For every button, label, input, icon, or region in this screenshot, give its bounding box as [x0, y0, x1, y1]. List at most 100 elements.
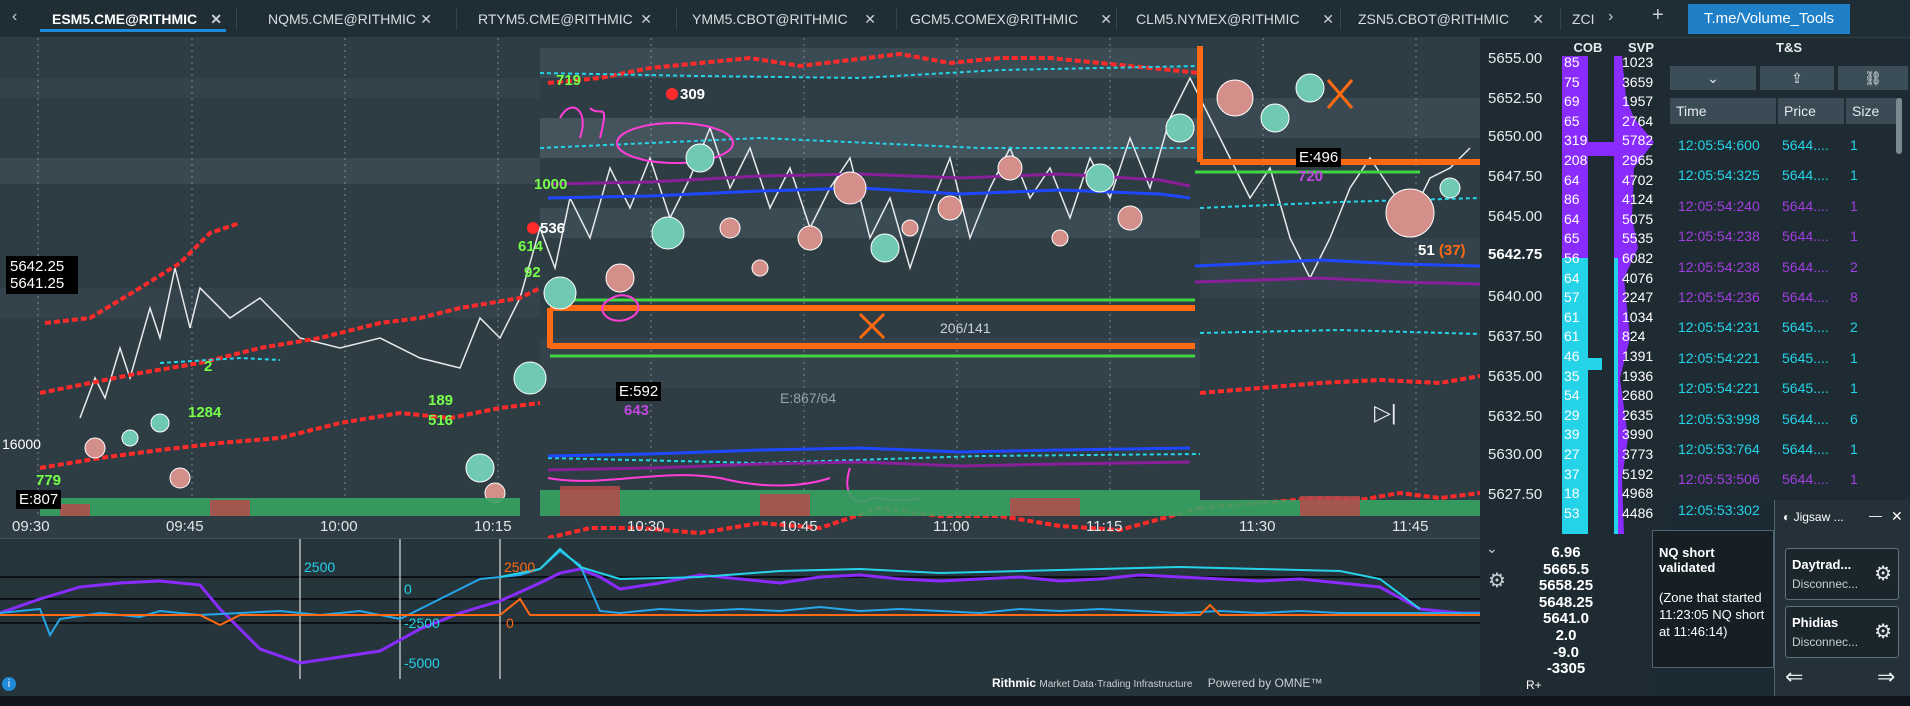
svp-value: 5075	[1622, 210, 1654, 227]
close-icon[interactable]: ✕	[1891, 508, 1903, 525]
price-tick: 5632.50	[1488, 408, 1543, 425]
minimize-icon[interactable]: —	[1869, 508, 1882, 523]
ts-size: 8	[1850, 289, 1858, 305]
close-icon[interactable]: ✕	[210, 6, 222, 32]
ts-size: 2	[1850, 319, 1858, 336]
ts-col-time[interactable]: Time	[1670, 98, 1776, 124]
price-axis[interactable]: 5655.00 5652.50 5650.00 5647.50 5645.00 …	[1480, 38, 1562, 538]
mark-309: 309	[680, 86, 706, 103]
cob-value: 37	[1564, 465, 1580, 482]
cob-value: 56	[1564, 250, 1580, 266]
jigsaw-title: ◐ Jigsaw ...	[1783, 510, 1844, 524]
ts-row[interactable]: 12:05:53:998 5644.... 6	[1668, 404, 1900, 434]
tab-ymm5[interactable]: YMM5.CBOT@RITHMIC ✕	[680, 6, 880, 32]
stat-value: 5665.5	[1543, 560, 1589, 578]
add-tab-button[interactable]: +	[1652, 4, 1664, 27]
tab-gcm5[interactable]: GCM5.COMEX@RITHMIC ✕	[898, 6, 1116, 32]
mark-536: 536	[540, 220, 566, 237]
close-icon[interactable]: ✕	[420, 6, 432, 32]
arrow-left-icon[interactable]: ⇐	[1785, 664, 1803, 690]
cob-value: 35	[1564, 367, 1580, 384]
ts-row[interactable]: 12:05:54:325 5644.... 1	[1668, 160, 1900, 190]
omne-logo: Powered by OMNE™	[1207, 676, 1323, 690]
close-icon[interactable]: ✕	[1100, 6, 1112, 32]
current-price-tick: 5642.75	[1488, 246, 1543, 263]
tab-scroll-left-icon[interactable]: ‹	[12, 8, 17, 26]
mark-1284: 1284	[188, 404, 222, 421]
info-icon[interactable]: i	[2, 677, 16, 691]
ts-row[interactable]: 12:05:53:764 5644.... 1	[1668, 434, 1900, 464]
tab-nqm5[interactable]: NQM5.CME@RITHMIC ✕	[256, 6, 436, 32]
ts-row[interactable]: 12:05:54:221 5645.... 1	[1668, 373, 1900, 403]
tab-scroll-right-icon[interactable]: ›	[1608, 8, 1613, 26]
svp-value: 3990	[1622, 426, 1654, 443]
cob-value: 86	[1564, 191, 1580, 208]
tab-bar: ‹ ESM5.CME@RITHMIC ✕ NQM5.CME@RITHMIC ✕ …	[0, 0, 1910, 38]
ts-title: T&S	[1776, 40, 1802, 55]
ts-row[interactable]: 12:05:54:240 5644.... 1	[1668, 191, 1900, 221]
svp-value: 4968	[1622, 485, 1654, 502]
ts-row[interactable]: 12:05:54:600 5644.... 1	[1668, 130, 1900, 160]
stat-value: 5641.0	[1543, 610, 1589, 628]
tab-zci[interactable]: ZCI	[1560, 6, 1604, 32]
ts-row[interactable]: 12:05:53:506 5644.... 1	[1668, 464, 1900, 494]
ts-col-size[interactable]: Size	[1846, 98, 1902, 124]
chevron-down-icon[interactable]: ⌄	[1670, 66, 1756, 90]
ts-price: 5644....	[1782, 471, 1829, 488]
jigsaw-account[interactable]: Daytrad... Disconnec... ⚙	[1785, 548, 1899, 600]
tab-rtym5[interactable]: RTYM5.CME@RITHMIC ✕	[466, 6, 656, 32]
stat-value: -9.0	[1553, 643, 1579, 661]
cob-value: 69	[1564, 93, 1580, 110]
time-label: 09:45	[166, 518, 204, 535]
arrow-right-icon[interactable]: ⇒	[1877, 664, 1895, 690]
ts-time: 12:05:53:998	[1678, 410, 1760, 427]
time-label: 10:45	[780, 518, 818, 535]
export-icon[interactable]: ⇪	[1760, 66, 1834, 90]
cob-header: COB	[1573, 40, 1603, 55]
ts-row[interactable]: 12:05:54:221 5645.... 1	[1668, 343, 1900, 373]
ts-scrollbar[interactable]	[1896, 98, 1902, 154]
gear-icon[interactable]: ⚙	[1874, 619, 1892, 644]
link-icon[interactable]: ⛓	[1838, 66, 1908, 90]
tab-zsn5[interactable]: ZSN5.CBOT@RITHMIC ✕	[1346, 6, 1548, 32]
play-to-end-icon[interactable]: ▷|	[1374, 400, 1397, 426]
ts-row[interactable]: 12:05:54:238 5644.... 2	[1668, 252, 1900, 282]
tab-label: ZCI	[1572, 11, 1595, 27]
ts-col-price[interactable]: Price	[1778, 98, 1844, 124]
svp-value: 3659	[1622, 73, 1654, 90]
ts-size: 1	[1850, 167, 1858, 184]
price-tick: 5627.50	[1488, 486, 1543, 503]
footprint-chart[interactable]: 5642.25 5641.25 16000 51 (37) E:807 E:59…	[0, 38, 1480, 538]
time-label: 11:30	[1239, 518, 1276, 535]
jigsaw-panel: ◐ Jigsaw ... — ✕ Daytrad... Disconnec...…	[1774, 500, 1910, 696]
gear-icon[interactable]: ⚙	[1874, 561, 1892, 586]
close-icon[interactable]: ✕	[640, 6, 652, 32]
time-label: 11:00	[933, 518, 970, 535]
volume-tools-button[interactable]: T.me/Volume_Tools	[1688, 4, 1850, 34]
ts-row[interactable]: 12:05:54:236 5644.... 8	[1668, 282, 1900, 312]
tab-label: CLM5.NYMEX@RITHMIC	[1136, 11, 1300, 27]
ts-time: 12:05:54:221	[1678, 380, 1760, 397]
svp-value: 2764	[1622, 112, 1654, 129]
mark-614: 614	[518, 238, 544, 255]
ts-price: 5644....	[1782, 289, 1829, 305]
ts-row[interactable]: 12:05:54:238 5644.... 1	[1668, 221, 1900, 251]
oscillator-pane[interactable]: 2500 0 -2500 -5000 2500 0 i	[0, 538, 1480, 696]
ts-time: 12:05:54:325	[1678, 167, 1760, 184]
svp-value: 3773	[1622, 446, 1654, 462]
tab-esm5[interactable]: ESM5.CME@RITHMIC ✕	[40, 6, 226, 32]
svp-column: SVP 1023 3659 1957 2764 5782 2965 4702 4124 5075…	[1614, 38, 1668, 538]
close-icon[interactable]: ✕	[864, 6, 876, 32]
close-icon[interactable]: ✕	[1532, 6, 1544, 32]
ts-price: 5644....	[1782, 167, 1829, 184]
price-tick: 5652.50	[1488, 90, 1543, 107]
ts-time: 12:05:54:240	[1678, 197, 1760, 214]
mark-92: 92	[524, 264, 541, 281]
ts-row[interactable]: 12:05:54:231 5645.... 2	[1668, 312, 1900, 342]
jigsaw-account[interactable]: Phidias Disconnec... ⚙	[1785, 606, 1899, 658]
svp-value: 5535	[1622, 230, 1654, 247]
tab-clm5[interactable]: CLM5.NYMEX@RITHMIC ✕	[1124, 6, 1338, 32]
ts-size: 1	[1850, 471, 1858, 488]
stat-value: -3305	[1546, 660, 1586, 678]
close-icon[interactable]: ✕	[1322, 6, 1334, 32]
